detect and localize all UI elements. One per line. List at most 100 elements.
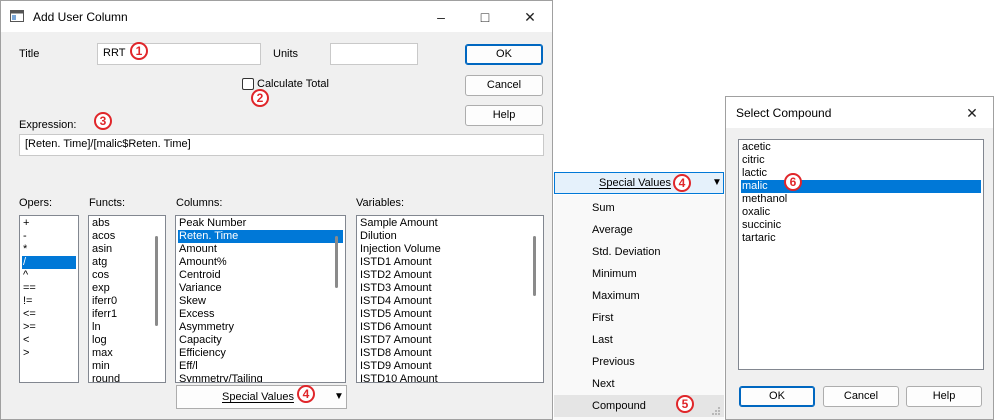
close-icon[interactable]: ✕	[508, 3, 552, 31]
oper-item[interactable]: /	[22, 256, 76, 269]
units-field[interactable]	[330, 43, 418, 65]
variables-scrollbar[interactable]	[533, 236, 536, 296]
oper-item[interactable]: >	[22, 347, 76, 360]
oper-item[interactable]: <=	[22, 308, 76, 321]
menu-item-minimum[interactable]: Minimum	[554, 263, 724, 285]
compound-list[interactable]: acetic citric lactic malic methanol oxalic suc…	[738, 139, 984, 370]
oper-item[interactable]: ==	[22, 282, 76, 295]
funct-item[interactable]: asin	[91, 243, 163, 256]
column-item[interactable]: Peak Number	[178, 217, 343, 230]
menu-item-previous[interactable]: Previous	[554, 351, 724, 373]
column-item[interactable]: Eff/l	[178, 360, 343, 373]
oper-item[interactable]: +	[22, 217, 76, 230]
funct-item[interactable]: round	[91, 373, 163, 382]
variable-item[interactable]: ISTD10 Amount	[359, 373, 541, 382]
column-item[interactable]: Excess	[178, 308, 343, 321]
variable-item[interactable]: Sample Amount	[359, 217, 541, 230]
oper-item[interactable]: >=	[22, 321, 76, 334]
compound-cancel-button[interactable]: Cancel	[823, 386, 899, 407]
column-item[interactable]: Capacity	[178, 334, 343, 347]
column-item[interactable]: Amount%	[178, 256, 343, 269]
menu-item-average[interactable]: Average	[554, 219, 724, 241]
funct-item[interactable]: atg	[91, 256, 163, 269]
oper-item[interactable]: *	[22, 243, 76, 256]
compound-help-button[interactable]: Help	[906, 386, 982, 407]
column-item[interactable]: Efficiency	[178, 347, 343, 360]
funct-item[interactable]: log	[91, 334, 163, 347]
minimize-icon[interactable]: –	[419, 3, 463, 31]
oper-item[interactable]: !=	[22, 295, 76, 308]
menu-item-std-deviation[interactable]: Std. Deviation	[554, 241, 724, 263]
compound-item[interactable]: succinic	[741, 219, 981, 232]
variables-list[interactable]: Sample Amount Dilution Injection Volume IST…	[356, 215, 544, 383]
compound-item[interactable]: oxalic	[741, 206, 981, 219]
funct-item[interactable]: cos	[91, 269, 163, 282]
funct-item[interactable]: iferr1	[91, 308, 163, 321]
variable-item[interactable]: Injection Volume	[359, 243, 541, 256]
resize-grip-icon[interactable]	[711, 406, 721, 419]
functs-scrollbar[interactable]	[155, 236, 158, 326]
compound-item[interactable]: citric	[741, 154, 981, 167]
funct-item[interactable]: acos	[91, 230, 163, 243]
compound-item[interactable]: malic	[741, 180, 981, 193]
funct-item[interactable]: min	[91, 360, 163, 373]
funct-item[interactable]: exp	[91, 282, 163, 295]
cancel-button[interactable]: Cancel	[465, 75, 543, 96]
column-item[interactable]: Reten. Time	[178, 230, 343, 243]
compound-ok-button[interactable]: OK	[739, 386, 815, 407]
compound-item[interactable]: acetic	[741, 141, 981, 154]
variable-item[interactable]: ISTD4 Amount	[359, 295, 541, 308]
compound-item[interactable]: lactic	[741, 167, 981, 180]
menu-item-first[interactable]: First	[554, 307, 724, 329]
menu-item-sum[interactable]: Sum	[554, 197, 724, 219]
variable-item[interactable]: ISTD9 Amount	[359, 360, 541, 373]
compound-item[interactable]: tartaric	[741, 232, 981, 245]
expression-label: Expression:	[19, 119, 77, 131]
oper-item[interactable]: <	[22, 334, 76, 347]
close-icon[interactable]: ✕	[950, 99, 994, 127]
menu-item-next[interactable]: Next	[554, 373, 724, 395]
variable-item[interactable]: ISTD6 Amount	[359, 321, 541, 334]
variables-label: Variables:	[356, 197, 405, 209]
column-item[interactable]: Centroid	[178, 269, 343, 282]
expression-field[interactable]: [Reten. Time]/[malic$Reten. Time]	[19, 134, 544, 156]
funct-item[interactable]: iferr0	[91, 295, 163, 308]
menu-item-compound[interactable]: Compound	[554, 395, 724, 417]
variable-item[interactable]: ISTD2 Amount	[359, 269, 541, 282]
columns-scrollbar[interactable]	[335, 236, 338, 288]
columns-list[interactable]: Peak Number Reten. Time Amount Amount% Centr…	[175, 215, 346, 383]
column-item[interactable]: Symmetry/Tailing	[178, 373, 343, 382]
menu-item-maximum[interactable]: Maximum	[554, 285, 724, 307]
calculate-total-checkbox[interactable]	[242, 78, 254, 90]
special-values-menu-label: Special Values	[599, 177, 671, 189]
oper-item[interactable]: -	[22, 230, 76, 243]
column-item[interactable]: Asymmetry	[178, 321, 343, 334]
funct-item[interactable]: abs	[91, 217, 163, 230]
variable-item[interactable]: ISTD1 Amount	[359, 256, 541, 269]
select-compound-title-bar: Select Compound ✕	[726, 97, 993, 128]
variable-item[interactable]: Dilution	[359, 230, 541, 243]
variable-item[interactable]: ISTD5 Amount	[359, 308, 541, 321]
oper-item[interactable]: ^	[22, 269, 76, 282]
title-field[interactable]: RRT	[97, 43, 261, 65]
ok-button[interactable]: OK	[465, 44, 543, 65]
special-values-menu-button[interactable]: Special Values ▼	[554, 172, 724, 194]
opers-list[interactable]: + - * / ^ == != <= >= < >	[19, 215, 79, 383]
column-item[interactable]: Skew	[178, 295, 343, 308]
column-item[interactable]: Variance	[178, 282, 343, 295]
menu-item-last[interactable]: Last	[554, 329, 724, 351]
functs-list[interactable]: abs acos asin atg cos exp iferr0 iferr1 ln log max…	[88, 215, 166, 383]
funct-item[interactable]: max	[91, 347, 163, 360]
special-values-button[interactable]: Special Values ▼	[176, 385, 347, 409]
variable-item[interactable]: ISTD8 Amount	[359, 347, 541, 360]
funct-item[interactable]: ln	[91, 321, 163, 334]
variable-item[interactable]: ISTD7 Amount	[359, 334, 541, 347]
opers-label: Opers:	[19, 197, 53, 209]
annotation-badge: 4	[297, 385, 315, 403]
maximize-icon[interactable]: □	[463, 3, 507, 31]
variable-item[interactable]: ISTD3 Amount	[359, 282, 541, 295]
help-button[interactable]: Help	[465, 105, 543, 126]
column-item[interactable]: Amount	[178, 243, 343, 256]
compound-item[interactable]: methanol	[741, 193, 981, 206]
units-label: Units	[273, 48, 299, 60]
